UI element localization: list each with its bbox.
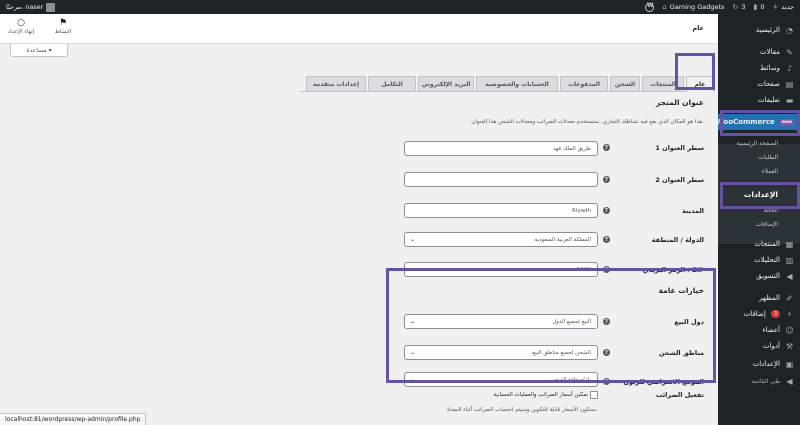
sidebar-item-products[interactable]: المنتجات ▦ xyxy=(718,236,800,252)
wordpress-logo-icon[interactable] xyxy=(645,2,655,12)
updates-link[interactable]: ↻ 3 xyxy=(732,3,745,11)
site-name-link[interactable]: ⌂ Gaming Gadgets xyxy=(662,3,724,11)
dashboard-icon: ◔ xyxy=(786,25,793,35)
help-icon[interactable]: ? xyxy=(603,176,610,183)
comment-icon: ▮ xyxy=(753,3,758,11)
brush-icon: ✐ xyxy=(786,293,793,303)
address-line-1-input[interactable]: طريق الملك فهد xyxy=(404,141,598,156)
finish-setup-button[interactable]: ○ إنهاء الإعداد xyxy=(6,18,36,35)
users-icon: ☺ xyxy=(785,325,794,335)
pin-icon: ✎ xyxy=(786,47,793,57)
sidebar-item-analytics[interactable]: التحليلات ▥ xyxy=(718,252,800,268)
sidebar-item-pages[interactable]: صفحات ▤ xyxy=(718,76,800,92)
browser-status-bar: localhost:81/wordpress/wp-admin/profile.… xyxy=(0,413,147,425)
address-line-2-label: سطر العنوان 2 xyxy=(655,176,704,184)
comments-icon: ▬ xyxy=(785,95,794,105)
country-region-label: الدولة / المنطقة xyxy=(651,236,704,244)
wc-submenu-orders[interactable]: الطلبات xyxy=(718,151,800,163)
chevron-down-icon: ⌄ xyxy=(410,236,416,243)
help-icon[interactable]: ? xyxy=(603,236,610,243)
settings-icon: ▣ xyxy=(785,359,794,369)
new-content-link[interactable]: + جديد xyxy=(772,3,794,11)
flag-icon: ⚑ xyxy=(58,18,68,28)
highlight-woocommerce-menu xyxy=(720,110,800,136)
tab-integration[interactable]: التكامل xyxy=(368,76,416,92)
tools-icon: ⚒ xyxy=(785,341,794,351)
admin-bar: ⌂ Gaming Gadgets ↻ 3 ▮ 0 + جديد مرحبًا، … xyxy=(0,0,800,14)
avatar xyxy=(46,2,56,12)
home-icon: ⌂ xyxy=(662,3,667,11)
plugin-icon: ⚡ xyxy=(786,309,793,319)
tab-accounts-privacy[interactable]: الحسابات والخصوصية xyxy=(476,76,558,92)
highlight-general-options xyxy=(386,268,716,383)
progress-ring-icon: ○ xyxy=(17,18,25,28)
enable-taxes-checkbox-label[interactable]: تمكين أسعار الضرائب والعمليات الحسابية xyxy=(493,392,588,398)
woocommerce-header: عام ⚑ النشاط ○ إنهاء الإعداد xyxy=(0,14,718,44)
highlight-settings-submenu xyxy=(720,182,800,209)
products-icon: ▦ xyxy=(785,239,794,249)
plus-icon: + xyxy=(772,3,779,11)
highlight-general-tab xyxy=(675,53,715,90)
sidebar-collapse-button[interactable]: طي القائمة ◀ xyxy=(718,373,800,389)
wc-submenu-customers[interactable]: العملاء xyxy=(718,165,800,177)
collapse-icon: ◀ xyxy=(786,376,793,386)
wc-submenu-extensions[interactable]: الإضافات xyxy=(718,218,800,230)
admin-sidebar: الرئيسية ◔ مقالات ✎ وسائط ♪ صفحات ▤ تعليقات ▬… xyxy=(716,14,800,425)
sidebar-item-dashboard[interactable]: الرئيسية ◔ xyxy=(718,22,800,38)
store-address-description: هذا هو المكان الذي يقع فيه نشاطك التجاري… xyxy=(471,119,704,125)
enable-taxes-checkbox[interactable] xyxy=(590,391,598,399)
enable-taxes-description: ستكون الأسعار قابلة للتكوين وسيتم احتساب… xyxy=(446,407,598,413)
sidebar-item-users[interactable]: أعضاء ☺ xyxy=(718,322,800,338)
sidebar-item-settings[interactable]: الإعدادات ▣ xyxy=(718,356,800,372)
address-line-2-input[interactable] xyxy=(404,172,598,187)
updates-icon: ↻ xyxy=(732,3,739,11)
admin-bar-right: ⌂ Gaming Gadgets ↻ 3 ▮ 0 + جديد xyxy=(645,0,794,14)
store-address-heading: عنوان المتجر xyxy=(655,98,704,107)
user-account-link[interactable]: مرحبًا، naser xyxy=(6,2,56,12)
sidebar-item-plugins[interactable]: إضافات 3 ⚡ xyxy=(718,306,800,322)
sidebar-item-media[interactable]: وسائط ♪ xyxy=(718,60,800,76)
page-title: عام xyxy=(692,24,704,32)
address-line-1-label: سطر العنوان 1 xyxy=(655,144,704,152)
plugins-count-badge: 3 xyxy=(770,310,780,318)
admin-bar-left: مرحبًا، naser xyxy=(6,0,56,14)
city-label: المدينة xyxy=(682,207,704,215)
sidebar-item-posts[interactable]: مقالات ✎ xyxy=(718,44,800,60)
tab-payments[interactable]: المدفوعات xyxy=(560,76,608,92)
help-button[interactable]: مساعدة ▾ xyxy=(10,44,68,57)
analytics-icon: ▥ xyxy=(785,255,794,265)
help-icon[interactable]: ? xyxy=(603,207,610,214)
pages-icon: ▤ xyxy=(785,79,794,89)
tab-emails[interactable]: البريد الإلكتروني xyxy=(418,76,474,92)
media-icon: ♪ xyxy=(786,63,793,73)
sidebar-item-comments[interactable]: تعليقات ▬ xyxy=(718,92,800,108)
city-input[interactable]: Riyadh xyxy=(404,203,598,218)
sidebar-item-appearance[interactable]: المظهر ✐ xyxy=(718,290,800,306)
country-region-select[interactable]: ⌄ المملكة العربية السعودية xyxy=(404,232,598,247)
tab-shipping[interactable]: الشحن xyxy=(610,76,640,92)
activity-button[interactable]: ⚑ النشاط xyxy=(48,18,78,35)
enable-taxes-label: تفعيل الضرائب xyxy=(655,391,704,399)
help-icon[interactable]: ? xyxy=(603,144,610,151)
wc-submenu-home[interactable]: الصفحة الرئيسية xyxy=(718,137,800,149)
sidebar-item-marketing[interactable]: التسويق ◀ xyxy=(718,268,800,284)
comments-link[interactable]: ▮ 0 xyxy=(753,3,764,11)
megaphone-icon: ◀ xyxy=(786,271,793,281)
tab-advanced[interactable]: إعدادات متقدمة xyxy=(306,76,366,92)
sidebar-item-tools[interactable]: أدوات ⚒ xyxy=(718,338,800,354)
